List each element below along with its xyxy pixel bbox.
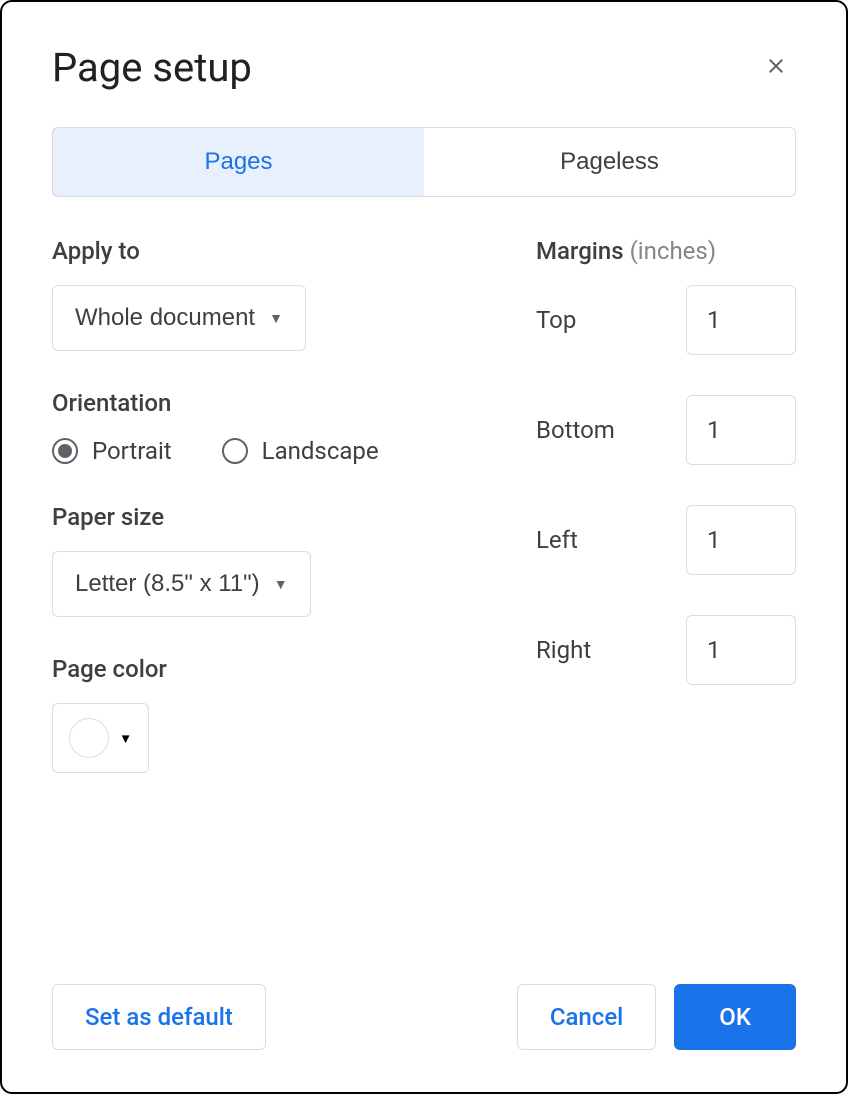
radio-checked-icon — [52, 438, 78, 464]
orientation-radio-group: Portrait Landscape — [52, 437, 506, 465]
margin-left-label: Left — [536, 526, 578, 554]
margins-label: Margins (inches) — [536, 237, 796, 265]
margin-right-input[interactable] — [686, 615, 796, 685]
orientation-landscape-radio[interactable]: Landscape — [222, 437, 379, 465]
caret-down-icon: ▼ — [269, 310, 283, 326]
page-color-section: Page color ▼ — [52, 655, 506, 773]
apply-to-section: Apply to Whole document ▼ — [52, 237, 506, 351]
tabs: Pages Pageless — [52, 127, 796, 197]
margin-bottom-label: Bottom — [536, 416, 615, 444]
caret-down-icon: ▼ — [274, 576, 288, 592]
page-color-picker[interactable]: ▼ — [52, 703, 149, 773]
margin-left-row: Left — [536, 505, 796, 575]
tab-pages[interactable]: Pages — [52, 127, 425, 197]
margin-top-input[interactable] — [686, 285, 796, 355]
close-icon — [764, 49, 788, 86]
landscape-label: Landscape — [262, 437, 379, 465]
margin-right-label: Right — [536, 636, 591, 664]
paper-size-value: Letter (8.5" x 11") — [75, 570, 260, 598]
paper-size-dropdown[interactable]: Letter (8.5" x 11") ▼ — [52, 551, 311, 617]
orientation-section: Orientation Portrait Landscape — [52, 389, 506, 465]
ok-button[interactable]: OK — [674, 984, 796, 1050]
page-color-label: Page color — [52, 655, 506, 683]
margin-top-row: Top — [536, 285, 796, 355]
paper-size-section: Paper size Letter (8.5" x 11") ▼ — [52, 503, 506, 617]
margin-right-row: Right — [536, 615, 796, 685]
margin-left-input[interactable] — [686, 505, 796, 575]
radio-unchecked-icon — [222, 438, 248, 464]
margin-bottom-input[interactable] — [686, 395, 796, 465]
margin-bottom-row: Bottom — [536, 395, 796, 465]
caret-down-icon: ▼ — [119, 731, 132, 746]
tab-pageless[interactable]: Pageless — [424, 128, 795, 196]
color-swatch — [69, 718, 109, 758]
set-as-default-button[interactable]: Set as default — [52, 984, 266, 1050]
apply-to-value: Whole document — [75, 304, 255, 332]
content-area: Apply to Whole document ▼ Orientation Po… — [52, 237, 796, 984]
apply-to-label: Apply to — [52, 237, 506, 265]
page-setup-dialog: Page setup Pages Pageless Apply to Whole… — [0, 0, 848, 1094]
dialog-title: Page setup — [52, 44, 252, 91]
orientation-portrait-radio[interactable]: Portrait — [52, 437, 172, 465]
apply-to-dropdown[interactable]: Whole document ▼ — [52, 285, 306, 351]
cancel-button[interactable]: Cancel — [517, 984, 656, 1050]
dialog-header: Page setup — [52, 44, 796, 91]
left-column: Apply to Whole document ▼ Orientation Po… — [52, 237, 536, 984]
right-column: Margins (inches) Top Bottom Left Right — [536, 237, 796, 984]
close-button[interactable] — [756, 48, 796, 88]
dialog-footer: Set as default Cancel OK — [52, 984, 796, 1050]
orientation-label: Orientation — [52, 389, 506, 417]
paper-size-label: Paper size — [52, 503, 506, 531]
portrait-label: Portrait — [92, 437, 172, 465]
footer-right-group: Cancel OK — [517, 984, 796, 1050]
margin-top-label: Top — [536, 306, 576, 334]
